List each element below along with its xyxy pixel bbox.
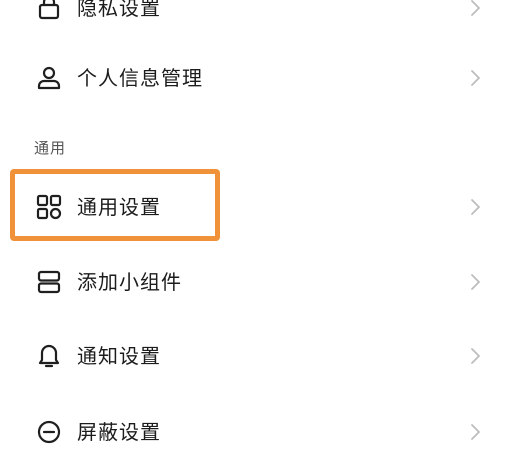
section-header-general: 通用 bbox=[34, 139, 67, 157]
bell-icon bbox=[36, 343, 62, 369]
settings-screen: 隐私设置 个人信息管理 通用 通用设置 添加小组件 通知设置 屏蔽设置 bbox=[0, 0, 505, 455]
settings-item-label: 屏蔽设置 bbox=[77, 420, 161, 444]
settings-item-add-widget[interactable]: 添加小组件 bbox=[0, 252, 505, 312]
widget-icon bbox=[36, 269, 62, 295]
settings-item-label: 通用设置 bbox=[77, 195, 161, 219]
settings-item-label: 个人信息管理 bbox=[77, 66, 203, 90]
chevron-right-icon bbox=[469, 423, 481, 441]
settings-item-label: 隐私设置 bbox=[77, 0, 161, 20]
settings-item-general[interactable]: 通用设置 bbox=[0, 177, 505, 237]
chevron-right-icon bbox=[469, 198, 481, 216]
settings-item-block[interactable]: 屏蔽设置 bbox=[0, 402, 505, 455]
settings-item-label: 通知设置 bbox=[77, 344, 161, 368]
grid-icon bbox=[36, 194, 62, 220]
settings-item-privacy[interactable]: 隐私设置 bbox=[0, 0, 505, 38]
settings-item-personal-info[interactable]: 个人信息管理 bbox=[0, 48, 505, 108]
chevron-right-icon bbox=[469, 0, 481, 17]
privacy-icon bbox=[36, 0, 62, 21]
chevron-right-icon bbox=[469, 347, 481, 365]
settings-item-label: 添加小组件 bbox=[77, 270, 182, 294]
user-icon bbox=[36, 65, 62, 91]
settings-item-notification[interactable]: 通知设置 bbox=[0, 326, 505, 386]
chevron-right-icon bbox=[469, 273, 481, 291]
chevron-right-icon bbox=[469, 69, 481, 87]
block-icon bbox=[36, 419, 62, 445]
